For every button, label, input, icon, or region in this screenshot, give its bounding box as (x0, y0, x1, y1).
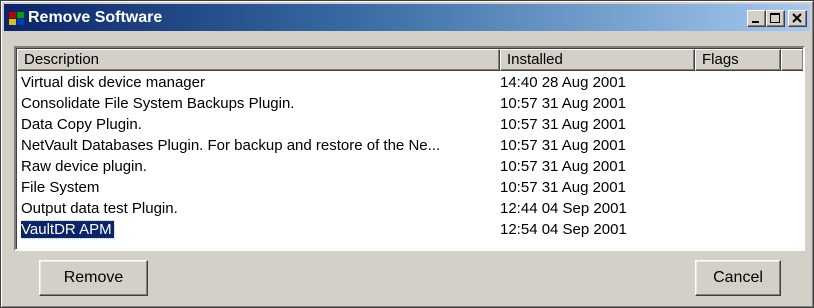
close-button[interactable] (788, 10, 807, 27)
list-item-selected[interactable]: VaultDR APM 12:54 04 Sep 2001 (17, 219, 803, 240)
list-item[interactable]: Raw device plugin. 10:57 31 Aug 2001 (17, 156, 803, 177)
maximize-icon (770, 13, 780, 23)
item-description: File System (21, 179, 100, 196)
column-header-spacer (781, 49, 803, 71)
item-flags (695, 114, 775, 135)
app-icon (9, 10, 25, 26)
item-installed: 10:57 31 Aug 2001 (500, 116, 626, 133)
item-flags (695, 156, 775, 177)
item-flags (695, 177, 775, 198)
item-flags (695, 93, 775, 114)
item-installed: 14:40 28 Aug 2001 (500, 74, 626, 91)
close-icon (792, 13, 802, 23)
list-item[interactable]: File System 10:57 31 Aug 2001 (17, 177, 803, 198)
item-description: Output data test Plugin. (21, 200, 178, 217)
list-item[interactable]: NetVault Databases Plugin. For backup an… (17, 135, 803, 156)
item-installed: 10:57 31 Aug 2001 (500, 137, 626, 154)
item-flags (695, 219, 775, 240)
item-flags (695, 135, 775, 156)
column-header-description[interactable]: Description (17, 49, 500, 71)
item-flags (695, 198, 775, 219)
item-description: Data Copy Plugin. (21, 116, 142, 133)
column-header-flags[interactable]: Flags (695, 49, 781, 71)
cancel-button[interactable]: Cancel (695, 260, 781, 296)
software-list[interactable]: Description Installed Flags Virtual disk… (14, 46, 805, 251)
list-header: Description Installed Flags (17, 49, 803, 71)
item-flags (695, 72, 775, 93)
list-item[interactable]: Consolidate File System Backups Plugin. … (17, 93, 803, 114)
item-description: VaultDR APM (21, 220, 115, 239)
item-description: Virtual disk device manager (21, 74, 205, 91)
list-item[interactable]: Output data test Plugin. 12:44 04 Sep 20… (17, 198, 803, 219)
item-installed: 12:54 04 Sep 2001 (500, 221, 627, 238)
list-item[interactable]: Virtual disk device manager 14:40 28 Aug… (17, 72, 803, 93)
remove-button[interactable]: Remove (39, 260, 148, 296)
item-description: Raw device plugin. (21, 158, 147, 175)
minimize-icon (752, 21, 759, 23)
window-title: Remove Software (28, 9, 163, 26)
column-header-installed[interactable]: Installed (500, 49, 695, 71)
minimize-button[interactable] (747, 10, 766, 27)
item-installed: 10:57 31 Aug 2001 (500, 95, 626, 112)
item-description: NetVault Databases Plugin. For backup an… (21, 137, 441, 154)
remove-software-window: Remove Software Description Installed Fl… (0, 0, 814, 308)
title-bar[interactable]: Remove Software (4, 4, 810, 31)
item-description: Consolidate File System Backups Plugin. (21, 95, 295, 112)
item-installed: 12:44 04 Sep 2001 (500, 200, 627, 217)
item-installed: 10:57 31 Aug 2001 (500, 158, 626, 175)
maximize-button[interactable] (766, 10, 785, 27)
item-installed: 10:57 31 Aug 2001 (500, 179, 626, 196)
list-item[interactable]: Data Copy Plugin. 10:57 31 Aug 2001 (17, 114, 803, 135)
